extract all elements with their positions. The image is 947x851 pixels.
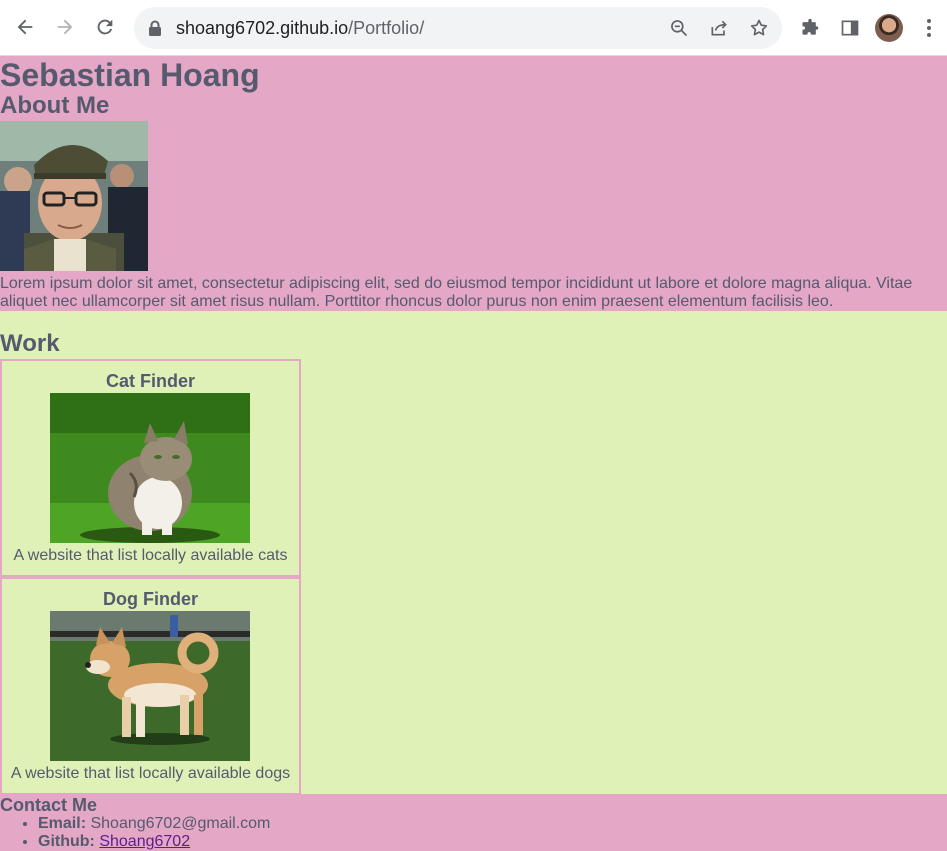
dog-image (50, 611, 250, 761)
github-label: Github: (38, 833, 95, 850)
zoom-out-icon (671, 20, 688, 37)
email-label: Email: (38, 815, 87, 832)
project-description: A website that list locally available do… (10, 765, 291, 782)
cat-photo (50, 393, 250, 543)
extensions-button[interactable] (796, 14, 824, 42)
reload-button[interactable] (90, 12, 120, 42)
profile-avatar[interactable] (875, 14, 903, 42)
site-title: Sebastian Hoang (0, 57, 260, 93)
address-bar[interactable]: shoang6702.github.io/Portfolio/ (134, 7, 782, 49)
project-title: Cat Finder (105, 371, 195, 391)
contact-item-email: Email: Shoang6702@gmail.com (38, 815, 270, 833)
dog-photo (50, 611, 250, 761)
arrow-right-icon (57, 19, 73, 35)
contact-heading: Contact Me (0, 795, 98, 815)
contact-list: Email: Shoang6702@gmail.com Github: Shoa… (0, 815, 270, 851)
project-title: Dog Finder (103, 589, 198, 609)
puzzle-icon (802, 18, 819, 35)
share-icon (711, 20, 727, 36)
cat-image (50, 393, 250, 543)
lock-icon (149, 20, 161, 36)
menu-button[interactable] (915, 14, 943, 42)
reload-icon (97, 19, 113, 35)
browser-toolbar: shoang6702.github.io/Portfolio/ (0, 0, 947, 56)
contact-item-github: Github: Shoang6702 (38, 833, 270, 851)
email-value: Shoang6702@gmail.com (90, 815, 271, 832)
profile-photo (0, 121, 148, 271)
work-section: Work Cat Finder A website that list loca… (0, 311, 947, 795)
side-panel-icon (841, 20, 859, 36)
about-text: Lorem ipsum dolor sit amet, consectetur … (0, 275, 913, 310)
github-link[interactable]: Shoang6702 (99, 833, 190, 850)
zoom-button[interactable] (667, 16, 691, 40)
back-button[interactable] (10, 12, 40, 42)
star-icon (750, 19, 768, 36)
project-card-cat-finder[interactable]: Cat Finder A website that list locally a… (0, 359, 301, 577)
url-text: shoang6702.github.io/Portfolio/ (176, 18, 425, 38)
share-button[interactable] (707, 16, 731, 40)
portrait-image (0, 121, 148, 271)
project-description: A website that list locally available ca… (13, 547, 288, 564)
more-vertical-icon (927, 19, 931, 37)
work-heading: Work (0, 330, 60, 357)
contact-section: Contact Me Email: Shoang6702@gmail.com G… (0, 794, 947, 851)
arrow-left-icon (17, 19, 33, 35)
side-panel-button[interactable] (836, 14, 864, 42)
bookmark-button[interactable] (747, 16, 771, 40)
page-content: Sebastian Hoang About Me Lorem ipsum dol… (0, 56, 947, 851)
project-card-dog-finder[interactable]: Dog Finder A website that list locally a… (0, 577, 301, 795)
about-heading: About Me (0, 92, 110, 119)
about-section: Sebastian Hoang About Me Lorem ipsum dol… (0, 56, 947, 311)
forward-button[interactable] (50, 12, 80, 42)
